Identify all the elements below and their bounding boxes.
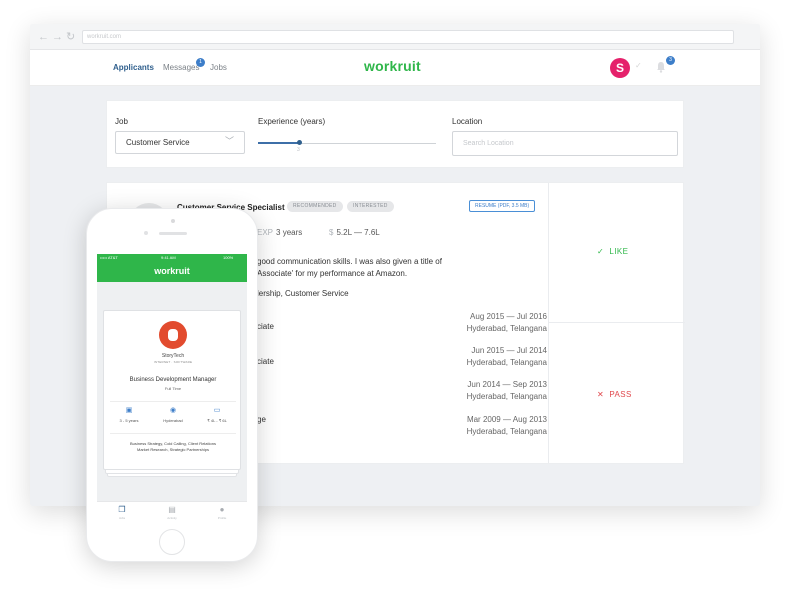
experience-value: 3 years (276, 228, 303, 237)
reload-icon[interactable]: ↻ (66, 30, 75, 44)
phone-mockup: ••••• AT&T 9:41 AM 100% workruit StoryTe… (86, 208, 258, 562)
experience-dates: Mar 2009 — Aug 2013 Hyderabad, Telangana (407, 414, 547, 438)
company-name: StoryTech (161, 353, 185, 359)
vertical-divider (548, 183, 549, 463)
back-arrow-icon[interactable]: ← (38, 30, 49, 44)
job-card[interactable]: StoryTech INTERNET · SOFTWARE Business D… (103, 310, 241, 470)
experience-meta: EXP 3 years (257, 228, 302, 237)
interested-tag: INTERESTED (347, 201, 394, 212)
job-location: Hyderabad (163, 418, 183, 423)
experience-location: Hyderabad, Telangana (466, 427, 547, 436)
required-skills: Market Research, Strategic Partnerships (136, 447, 210, 452)
pass-label: PASS (609, 390, 632, 399)
salary-range: ₹ 4L - ₹ 6L (207, 418, 227, 423)
filter-panel: Job Customer Service ﹀ Experience (years… (106, 100, 684, 168)
pass-button[interactable]: ✕ PASS (597, 390, 632, 399)
recommended-tag: RECOMMENDED (287, 201, 343, 212)
time-text: 9:41 AM (161, 255, 176, 260)
messages-badge: 1 (196, 58, 205, 67)
chevron-down-icon[interactable]: ﹀ (225, 134, 234, 147)
phone-sensor (144, 231, 148, 235)
salary-meta: $5.2L — 7.6L (329, 228, 380, 237)
phone-camera (171, 219, 175, 223)
location-label: Location (452, 117, 483, 126)
location-pin-icon: ◉ (169, 407, 177, 414)
chat-icon[interactable]: ▤ (167, 505, 177, 514)
battery-text: 100% (223, 255, 234, 260)
workruit-logo[interactable]: workruit (364, 58, 421, 74)
experience-date-range: Jun 2015 — Jul 2014 (471, 346, 547, 355)
avatar[interactable]: S (610, 58, 630, 78)
phone-app-header: workruit (97, 262, 247, 282)
bell-icon[interactable] (655, 61, 667, 73)
experience-dates: Aug 2015 — Jul 2016 Hyderabad, Telangana (407, 311, 547, 335)
phone-tab-bar: ❐ Jobs ▤ Activity ● Profile (97, 501, 247, 521)
card-divider (110, 401, 236, 402)
profile-icon[interactable]: ● (217, 505, 227, 514)
address-bar[interactable]: workruit.com (82, 30, 734, 44)
experience-date-range: Mar 2009 — Aug 2013 (466, 415, 547, 424)
experience-date-range: Aug 2015 — Jul 2016 (470, 312, 547, 321)
summary-line: good communication skills. I was also gi… (257, 257, 442, 266)
tab-activity[interactable]: Activity (157, 516, 187, 520)
tab-jobs[interactable]: Jobs (107, 516, 137, 520)
job-label: Job (115, 117, 128, 126)
phone-speaker (159, 232, 187, 235)
experience-date-range: Jun 2014 — Sep 2013 (467, 380, 547, 389)
nav-messages[interactable]: Messages (163, 63, 199, 72)
close-icon: ✕ (597, 390, 605, 399)
location-search-input[interactable]: Search Location (452, 131, 678, 156)
experience-dates: Jun 2015 — Jul 2014 Hyderabad, Telangana (407, 345, 547, 369)
experience-range: 3 - 5 years (119, 418, 139, 423)
chevron-down-icon[interactable]: ✓ (635, 61, 642, 70)
wallet-icon: ▭ (213, 407, 221, 414)
salary-value: 5.2L — 7.6L (336, 228, 380, 237)
phone-workruit-logo: workruit (154, 266, 190, 276)
action-divider (549, 322, 685, 323)
experience-label: Experience (years) (258, 117, 326, 126)
experience-role: ciate (257, 357, 274, 366)
experience-dates: Jun 2014 — Sep 2013 Hyderabad, Telangana (407, 379, 547, 403)
phone-home-button[interactable] (159, 529, 185, 555)
top-navigation: Applicants Messages 1 Jobs workruit S ✓ … (30, 50, 760, 86)
experience-location: Hyderabad, Telangana (466, 324, 547, 333)
experience-slider-fill (258, 142, 300, 144)
nav-applicants[interactable]: Applicants (113, 63, 154, 72)
applicant-summary: good communication skills. I was also gi… (257, 256, 547, 280)
resume-download-link[interactable]: RESUME (PDF, 3.5 MB) (469, 200, 536, 212)
phone-screen: ••••• AT&T 9:41 AM 100% workruit StoryTe… (97, 254, 247, 521)
experience-location: Hyderabad, Telangana (466, 392, 547, 401)
position-title: Business Development Manager (129, 377, 217, 383)
forward-arrow-icon[interactable]: → (52, 30, 63, 44)
applicant-skills: lership, Customer Service (257, 289, 349, 298)
summary-line: Associate' for my performance at Amazon. (257, 269, 408, 278)
carrier-text: ••••• AT&T (100, 255, 118, 260)
salary-key: $ (329, 228, 334, 237)
required-skills: Business Strategy, Cold Calling, Client … (130, 441, 216, 446)
like-label: LIKE (609, 247, 629, 256)
tab-profile[interactable]: Profile (207, 516, 237, 520)
experience-location: Hyderabad, Telangana (466, 358, 547, 367)
jobs-cards-icon[interactable]: ❐ (117, 505, 127, 514)
phone-status-bar: ••••• AT&T 9:41 AM 100% (97, 254, 247, 262)
company-logo-mark (168, 329, 178, 341)
experience-key: EXP (257, 228, 274, 237)
experience-role: ciate (257, 322, 274, 331)
experience-slider-handle[interactable] (297, 140, 302, 145)
briefcase-icon: ▣ (125, 407, 133, 414)
nav-jobs[interactable]: Jobs (210, 63, 227, 72)
company-logo (159, 321, 187, 349)
experience-slider-value: 3 (297, 147, 300, 153)
experience-role: ge (257, 415, 266, 424)
company-industry: INTERNET · SOFTWARE (153, 360, 193, 364)
notifications-badge: 3 (666, 56, 675, 65)
employment-type: Full Time (164, 386, 182, 391)
card-divider (110, 433, 236, 434)
browser-toolbar: ← → ↻ workruit.com (30, 24, 760, 50)
check-icon: ✓ (597, 247, 605, 256)
like-button[interactable]: ✓ LIKE (597, 247, 628, 256)
